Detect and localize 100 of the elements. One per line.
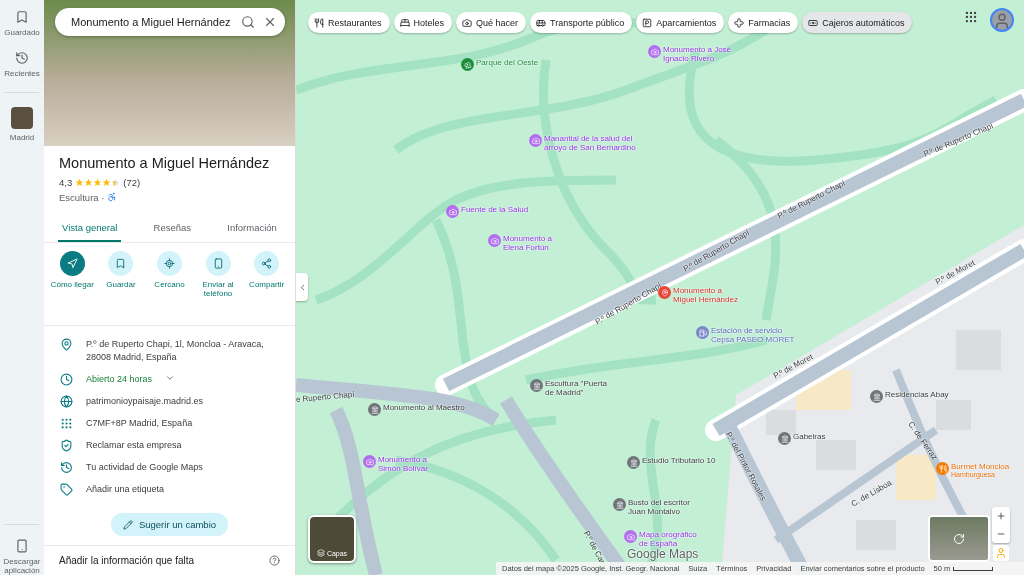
info-text[interactable]: patrimonioypaisaje.madrid.es (86, 394, 204, 408)
street-view-thumbnail[interactable] (928, 515, 990, 562)
poi-icon[interactable] (368, 403, 381, 416)
action-button[interactable]: Compartir (242, 250, 291, 325)
info-text[interactable]: Tu actividad de Google Maps (86, 460, 203, 474)
poi-label[interactable]: Escultura "Puerta de Madrid" (545, 379, 607, 398)
action-icon (66, 257, 78, 269)
parking-icon (642, 17, 653, 28)
poi-symbol-icon (938, 464, 947, 473)
category-chip[interactable]: Transporte público (530, 12, 633, 33)
poi-label[interactable]: Fuente de la Salud (461, 205, 529, 215)
action-icon (261, 257, 273, 269)
apps-icon (964, 10, 978, 24)
info-text[interactable]: Abierto 24 horas (86, 372, 153, 386)
action-button[interactable]: Enviar al teléfono (194, 250, 243, 325)
tab[interactable]: Información (223, 212, 281, 242)
search-button[interactable] (241, 15, 255, 29)
category-chip[interactable]: Aparcamientos (636, 12, 725, 33)
poi-symbol-icon (629, 458, 638, 467)
category-chip[interactable]: Qué hacer (456, 12, 527, 33)
poi-label[interactable]: Mapa orográfico de España (639, 530, 697, 549)
action-button[interactable]: Guardar (96, 250, 145, 325)
poi-symbol-icon (532, 381, 541, 390)
info-text[interactable]: C7MF+8P Madrid, España (86, 416, 193, 430)
poi-label[interactable]: Manantial de la salud del arroyo de San Bernardino (544, 134, 636, 153)
poi-label[interactable]: Monumento a Miguel Hernández (673, 286, 738, 305)
street-label: e Ruperto Chapí (296, 389, 355, 404)
avatar[interactable] (990, 8, 1014, 32)
action-icon (115, 257, 127, 269)
help-icon[interactable] (269, 555, 280, 566)
poi-icon[interactable] (627, 456, 640, 469)
person-icon (995, 547, 1007, 559)
place-title: Monumento a Miguel Hernández (59, 154, 271, 171)
tab[interactable]: Vista general (58, 212, 122, 242)
info-text: P.º de Ruperto Chapi, 1l, Moncloa - Aravaca, 28008 Madrid, España (86, 337, 265, 364)
category-chip[interactable]: Farmacias (728, 12, 799, 33)
category-chip[interactable]: Cajeros automáticos (802, 12, 913, 33)
poi-label[interactable]: Gabeiras (793, 432, 826, 442)
banknote-icon (808, 17, 819, 28)
poi-label[interactable]: Residencias Abay (885, 390, 949, 400)
recent-button[interactable]: Recientes (2, 51, 42, 78)
poi-symbol-icon (698, 328, 707, 337)
poi-icon[interactable] (648, 45, 661, 58)
category-chip[interactable]: Hoteles (393, 12, 453, 33)
poi-label[interactable]: Busto del escritor Juan Montalvo (628, 498, 690, 517)
suggest-edit-button[interactable]: Sugerir un cambio (110, 513, 229, 536)
rotate-icon (953, 532, 965, 545)
saved-button[interactable]: Guardado (2, 10, 42, 37)
category-chip[interactable]: Restaurantes (308, 12, 390, 33)
info-text[interactable]: Añadir una etiqueta (86, 482, 165, 496)
poi-label[interactable]: Estudio Tributario 10 (642, 456, 716, 466)
utensils-icon (314, 17, 324, 28)
action-button[interactable]: Cercano (145, 250, 194, 325)
star-icon (84, 177, 94, 187)
place-category: Escultura · (59, 191, 105, 203)
plus-icon (996, 511, 1006, 521)
action-button[interactable]: Cómo llegar (48, 250, 97, 325)
search-icon (241, 15, 255, 29)
tab[interactable]: Reseñas (149, 212, 196, 242)
action-icon (212, 257, 224, 269)
poi-symbol-icon (531, 136, 540, 145)
section-heading: Añadir la información que falta (59, 555, 195, 566)
download-app-button[interactable]: Descargar aplicación (2, 539, 42, 575)
poi-icon[interactable] (529, 134, 542, 147)
poi-symbol-icon (490, 236, 499, 245)
rating-value: 4,3 (59, 176, 73, 188)
person-icon (993, 12, 1011, 30)
history-icon (60, 460, 73, 474)
poi-label[interactable]: Monumento a Elena Fortún (503, 234, 552, 253)
clock-icon (60, 372, 73, 386)
poi-icon[interactable] (488, 234, 501, 247)
poi-icon[interactable] (613, 498, 626, 511)
info-text[interactable]: Reclamar esta empresa (86, 438, 182, 452)
poi-symbol-icon (448, 207, 457, 216)
poi-icon[interactable] (446, 205, 459, 218)
poi-icon[interactable] (696, 326, 709, 339)
apps-button[interactable] (964, 10, 978, 24)
search-field[interactable]: Monumento a Miguel Hernández (69, 15, 233, 29)
star-icon (93, 177, 103, 187)
place-thumbnail (11, 107, 33, 129)
poi-icon[interactable] (363, 455, 376, 468)
poi-label[interactable]: Estación de servicio Cepsa PASEO MORET (711, 326, 795, 345)
review-count[interactable]: (72) (123, 176, 141, 188)
layers-icon (316, 549, 325, 557)
poi-label[interactable]: Monumento a José Ignacio Rivero (663, 45, 732, 64)
pegman-button[interactable] (993, 545, 1009, 561)
bed-icon (399, 17, 410, 28)
search-bar[interactable]: Monumento a Miguel Hernández (55, 8, 285, 36)
close-button[interactable] (263, 15, 277, 29)
poi-symbol-icon (365, 457, 374, 466)
poi-symbol-icon (660, 288, 669, 297)
poi-symbol-icon (650, 47, 659, 56)
shield-icon (60, 438, 73, 452)
poi-label[interactable]: Monumento a Simón Bolívar (378, 455, 428, 474)
pencil-icon (122, 519, 133, 530)
poi-icon[interactable] (624, 530, 637, 543)
recent-place-button[interactable]: Madrid (2, 107, 42, 142)
history-icon (15, 51, 29, 65)
bookmark-icon (15, 10, 29, 24)
poi-label[interactable]: Monumento al Maestro (383, 403, 465, 413)
